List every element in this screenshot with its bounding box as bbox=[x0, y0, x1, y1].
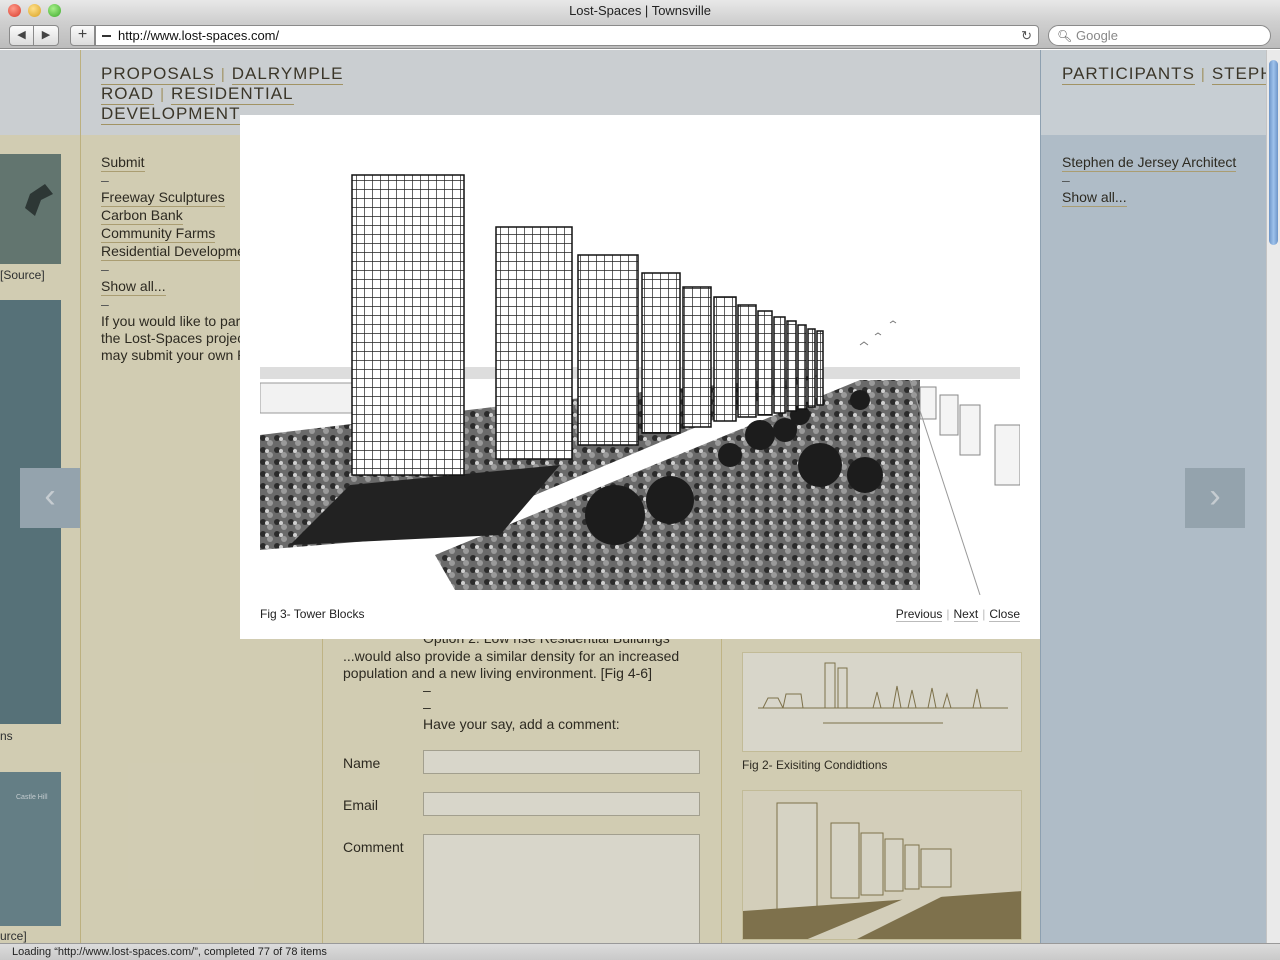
modal-nav-separator: | bbox=[982, 607, 986, 621]
fig2-sketch bbox=[758, 662, 1008, 724]
map-thumbnail-image bbox=[0, 154, 61, 264]
nav-link-freeway-sculptures[interactable]: Freeway Sculptures bbox=[101, 189, 225, 207]
nav-link-carbon-bank[interactable]: Carbon Bank bbox=[101, 207, 183, 225]
lightbox-modal: Fig 3- Tower Blocks Previous | Next | Close bbox=[240, 115, 1040, 639]
fig3-thumbnail[interactable] bbox=[742, 790, 1022, 940]
status-bar: Loading “http://www.lost-spaces.com/”, c… bbox=[0, 943, 1280, 960]
article-para-line-1: ...would also provide a similar density … bbox=[343, 648, 680, 664]
comment-field[interactable] bbox=[423, 834, 700, 943]
name-label: Name bbox=[343, 755, 381, 771]
show-all-link[interactable]: Show all... bbox=[101, 278, 166, 296]
add-bookmark-button[interactable]: + bbox=[70, 25, 95, 46]
participant-name-link[interactable]: STEPH bbox=[1211, 64, 1274, 85]
page-scrollbar[interactable] bbox=[1266, 50, 1280, 943]
comment-heading: Have your say, add a comment: bbox=[423, 716, 620, 732]
aerial-thumbnail-2[interactable]: Castle Hill bbox=[0, 772, 61, 926]
modal-navigation: Previous | Next | Close bbox=[895, 607, 1020, 622]
map-thumbnail[interactable] bbox=[0, 154, 61, 264]
modal-nav-separator: | bbox=[946, 607, 950, 621]
breadcrumb-separator: | bbox=[220, 66, 226, 83]
name-field[interactable] bbox=[423, 750, 700, 774]
zoom-window-button[interactable] bbox=[48, 4, 61, 17]
next-arrow-button[interactable]: › bbox=[1185, 468, 1245, 528]
tower-blocks-image bbox=[260, 135, 1020, 595]
nav-dash: – bbox=[1062, 172, 1070, 188]
participants-link[interactable]: PARTICIPANTS bbox=[1062, 64, 1195, 85]
fig2-image[interactable] bbox=[742, 652, 1022, 752]
comment-label: Comment bbox=[343, 839, 404, 855]
previous-arrow-button[interactable]: ‹ bbox=[20, 468, 80, 528]
participants-show-all-link[interactable]: Show all... bbox=[1062, 189, 1127, 207]
browser-window: Lost-Spaces | Townsville ◀ ▶ + http://ww… bbox=[0, 0, 1280, 960]
article-para-line-2: population and a new living environment.… bbox=[343, 665, 652, 681]
back-button[interactable]: ◀ bbox=[9, 25, 34, 46]
thumb-caption-label: ns bbox=[0, 729, 13, 743]
nav-dash: – bbox=[101, 261, 109, 277]
participants-list: Stephen de Jersey Architect – Show all..… bbox=[1062, 154, 1237, 207]
email-label: Email bbox=[343, 797, 379, 813]
browser-toolbar: ◀ ▶ + http://www.lost-spaces.com/ ↻ 🔍︎ G… bbox=[0, 22, 1280, 49]
tower-blocks-render bbox=[260, 135, 1020, 595]
architect-link[interactable]: Stephen de Jersey Architect bbox=[1062, 154, 1237, 172]
submit-link[interactable]: Submit bbox=[101, 154, 145, 172]
breadcrumb-proposals[interactable]: PROPOSALS bbox=[101, 64, 215, 85]
search-icon: 🔍︎ bbox=[1057, 29, 1073, 43]
scrollbar-thumb[interactable] bbox=[1269, 60, 1278, 245]
proposals-nav-list: Submit – Freeway Sculptures Carbon Bank … bbox=[101, 154, 247, 364]
nav-dash: – bbox=[101, 172, 109, 188]
thumb-overlay-text: Castle Hill bbox=[16, 794, 48, 801]
email-field[interactable] bbox=[423, 792, 700, 816]
search-placeholder: Google bbox=[1076, 28, 1118, 43]
close-window-button[interactable] bbox=[8, 4, 21, 17]
fig3-thumbnail-sketch bbox=[743, 791, 1021, 939]
participants-header-band bbox=[1041, 50, 1267, 135]
nav-link-community-farms[interactable]: Community Farms bbox=[101, 225, 216, 243]
reload-icon[interactable]: ↻ bbox=[1021, 26, 1032, 45]
nav-link-residential-development[interactable]: Residential Developme bbox=[101, 243, 245, 261]
search-field[interactable]: 🔍︎ Google bbox=[1048, 25, 1271, 46]
window-title: Lost-Spaces | Townsville bbox=[569, 3, 711, 18]
modal-caption: Fig 3- Tower Blocks bbox=[260, 607, 365, 621]
article-dash: – bbox=[423, 699, 431, 715]
intro-line-2: the Lost-Spaces projec bbox=[101, 330, 245, 346]
intro-line-3: may submit your own P bbox=[101, 347, 247, 363]
thumb-source-label[interactable]: [Source] bbox=[0, 268, 45, 282]
close-link[interactable]: Close bbox=[989, 607, 1020, 622]
participants-breadcrumb: PARTICIPANTS | STEPH bbox=[1062, 64, 1274, 85]
forward-button[interactable]: ▶ bbox=[34, 25, 59, 46]
breadcrumb-separator: | bbox=[160, 86, 166, 103]
intro-line-1: If you would like to par bbox=[101, 313, 241, 329]
article-dash: – bbox=[423, 682, 431, 698]
title-bar: Lost-Spaces | Townsville bbox=[0, 0, 1280, 22]
address-bar[interactable]: http://www.lost-spaces.com/ ↻ bbox=[95, 25, 1039, 46]
url-text: http://www.lost-spaces.com/ bbox=[118, 28, 280, 43]
minimize-window-button[interactable] bbox=[28, 4, 41, 17]
nav-dash: – bbox=[101, 296, 109, 312]
site-icon bbox=[102, 35, 111, 37]
previous-link[interactable]: Previous bbox=[895, 607, 943, 622]
next-link[interactable]: Next bbox=[953, 607, 979, 622]
participants-separator: | bbox=[1200, 66, 1206, 83]
thumb-source-label-2[interactable]: urce] bbox=[0, 929, 27, 943]
fig2-caption: Fig 2- Exisiting Condidtions bbox=[742, 758, 888, 772]
